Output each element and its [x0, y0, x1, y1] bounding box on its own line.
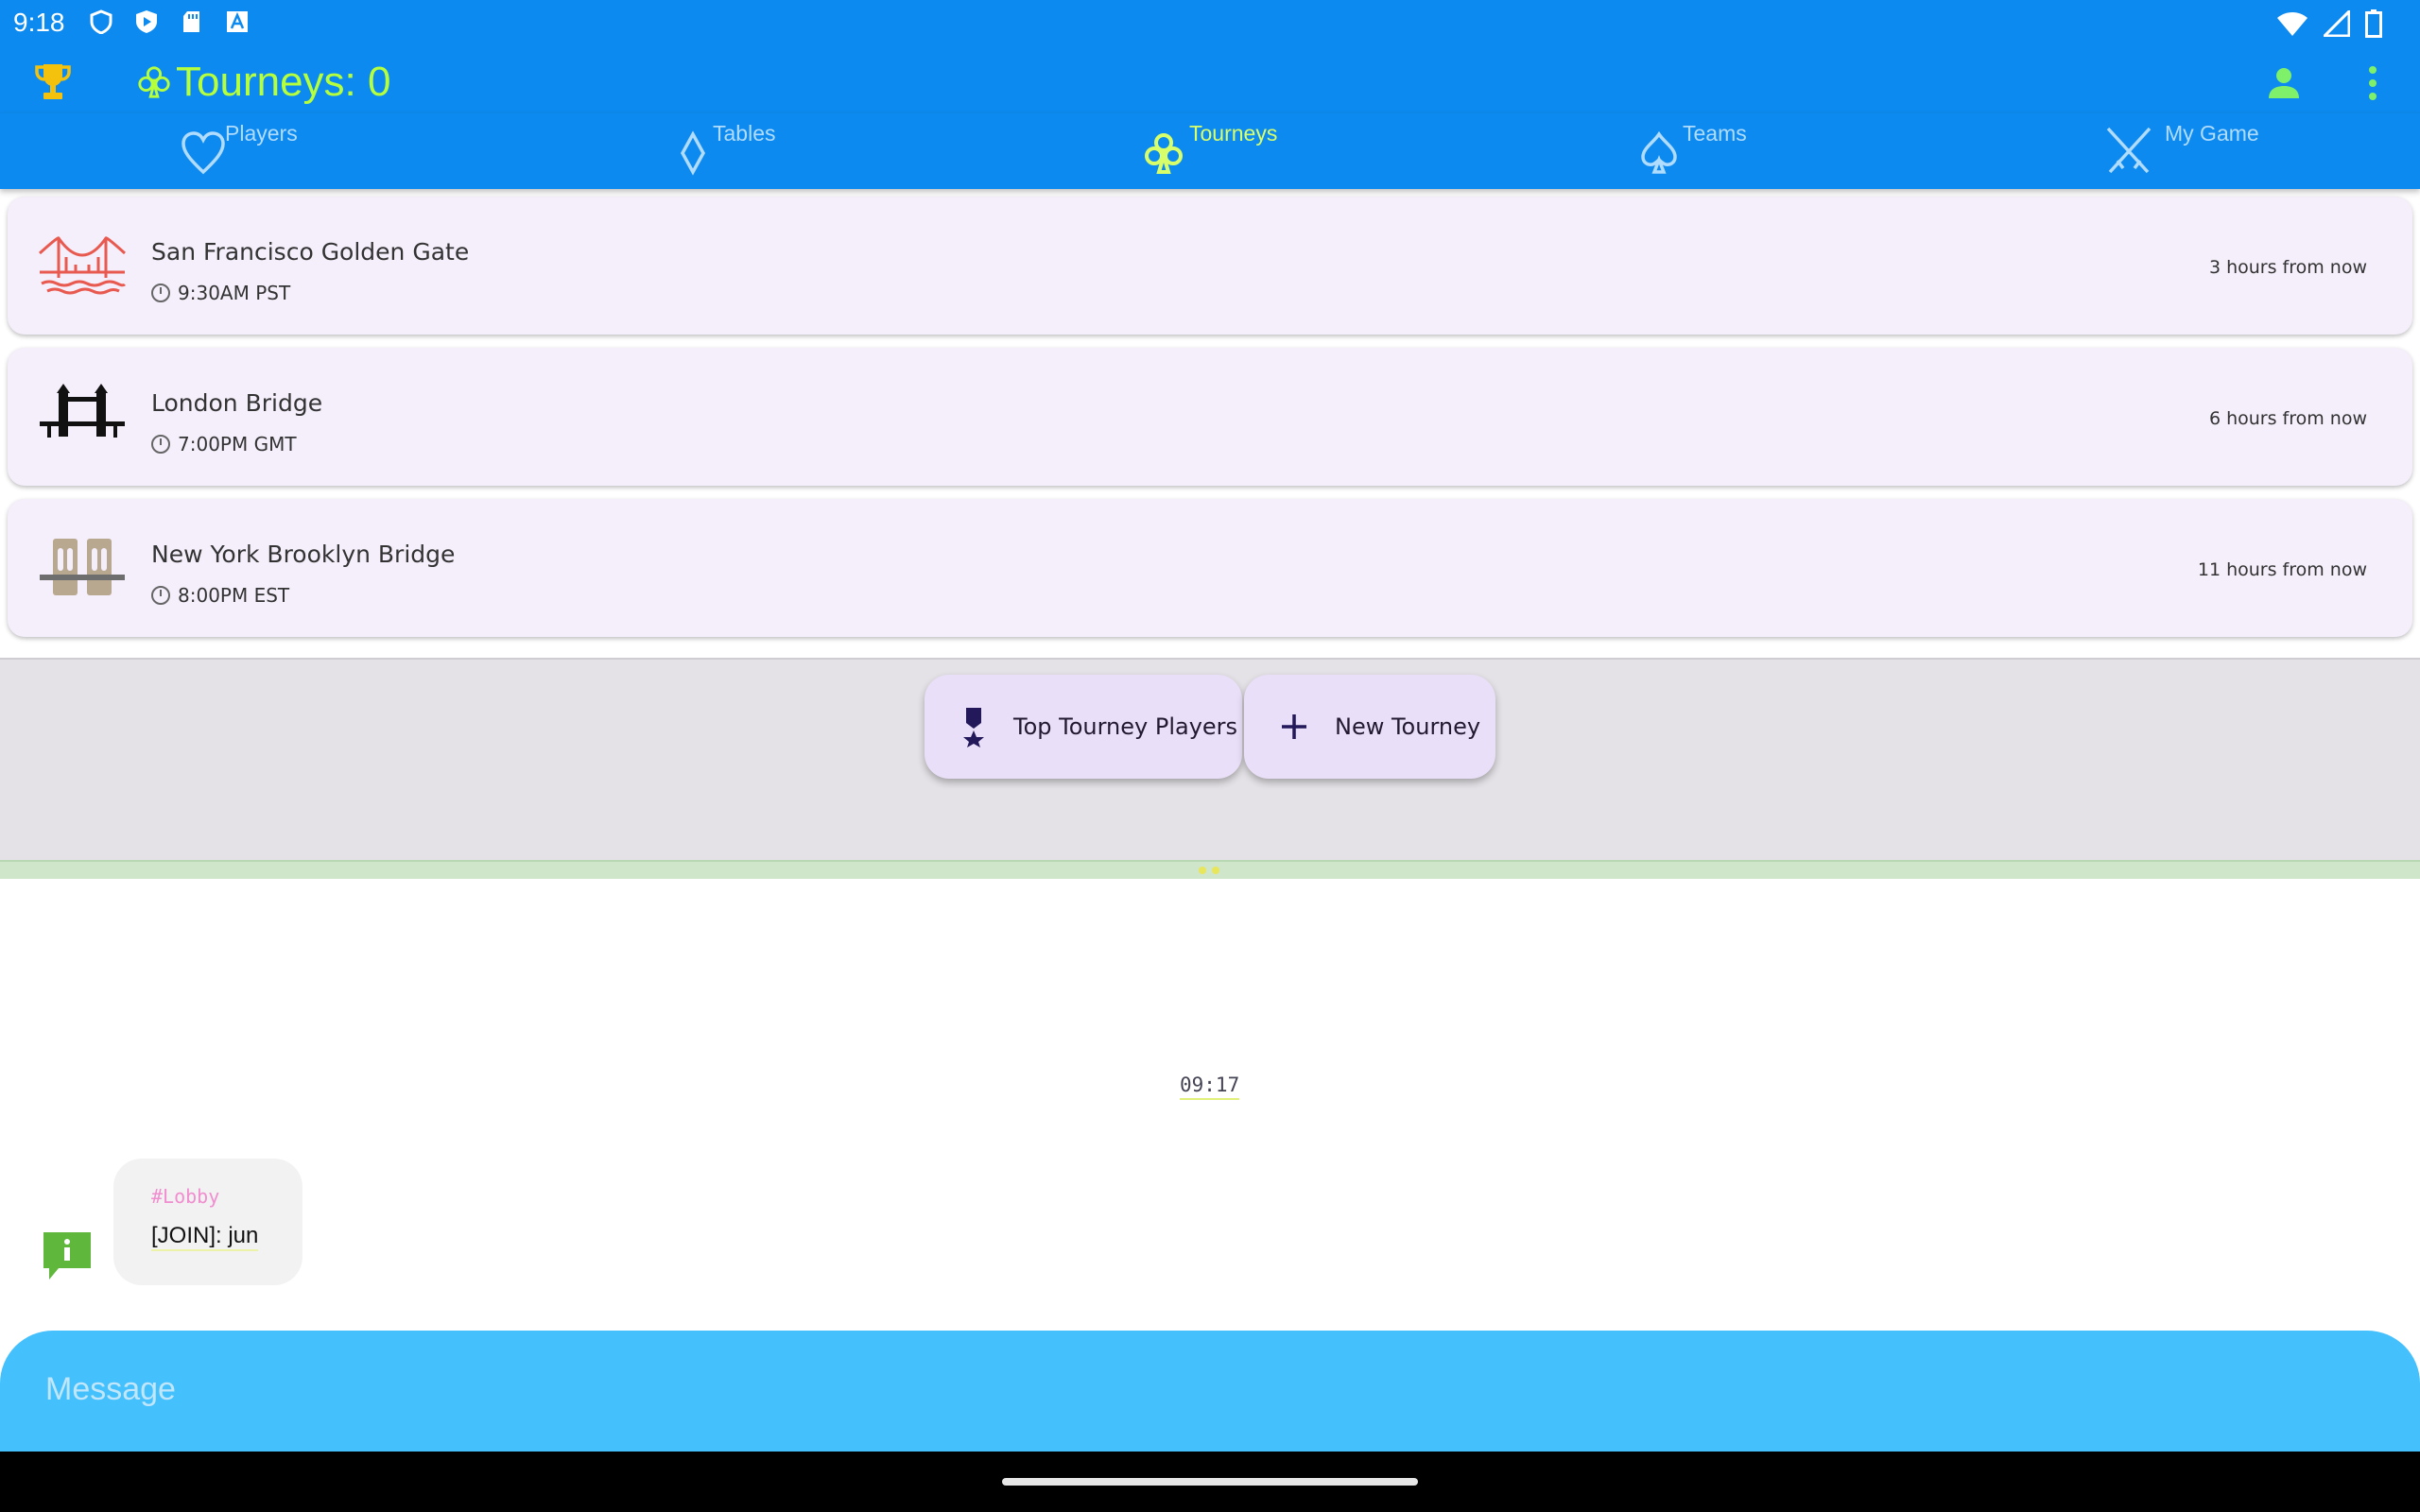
heart-icon: [182, 131, 225, 175]
tourney-relative-time: 11 hours from now: [2197, 559, 2367, 580]
status-right-icons: [2276, 8, 2382, 42]
new-tourney-button[interactable]: New Tourney: [1244, 675, 1495, 779]
golden-gate-bridge-icon: [38, 231, 127, 301]
status-bar: 9:18: [0, 0, 2420, 51]
message-composer: [0, 1331, 2420, 1452]
list-item[interactable]: London Bridge 7:00PM GMT 6 hours from no…: [8, 348, 2412, 486]
message-input[interactable]: [45, 1359, 2314, 1419]
brooklyn-bridge-icon: [38, 533, 127, 603]
info-chat-icon: [40, 1228, 95, 1281]
battery-icon: [2365, 9, 2382, 42]
tourney-relative-time: 3 hours from now: [2208, 257, 2367, 278]
split-divider[interactable]: [0, 860, 2420, 879]
list-item[interactable]: New York Brooklyn Bridge 8:00PM EST 11 h…: [8, 499, 2412, 637]
tourney-name: San Francisco Golden Gate: [151, 238, 470, 266]
chat-channel: #Lobby: [151, 1185, 220, 1208]
medal-icon: [963, 708, 984, 747]
new-tourney-label: New Tourney: [1335, 713, 1481, 740]
top-tourney-players-button[interactable]: Top Tourney Players: [925, 675, 1242, 779]
tourney-time: 8:00PM EST: [151, 584, 289, 607]
tab-bar: Players Tables Tourneys Teams My Game: [0, 113, 2420, 189]
tourney-time: 9:30AM PST: [151, 282, 290, 304]
chat-timestamp: 09:17: [1180, 1074, 1240, 1100]
account-icon[interactable]: [2265, 64, 2303, 102]
clock-icon: [151, 284, 170, 302]
tourney-time: 7:00PM GMT: [151, 433, 297, 455]
club-icon: [1145, 133, 1183, 174]
system-nav-bar: [0, 1452, 2420, 1512]
tourney-name: New York Brooklyn Bridge: [151, 541, 456, 568]
home-gesture-handle[interactable]: [1002, 1478, 1418, 1486]
clock-icon: [151, 435, 170, 454]
tower-bridge-icon: [38, 382, 127, 452]
plus-icon: [1282, 714, 1306, 739]
clock-icon: [151, 586, 170, 605]
status-time: 9:18: [13, 8, 65, 37]
spade-icon: [1641, 130, 1677, 174]
font-icon: [225, 9, 250, 34]
club-outline-icon: [138, 66, 170, 98]
page-title: Tourneys: 0: [136, 55, 390, 110]
signal-icon: [2321, 8, 2351, 41]
chat-message-text: [JOIN]: jun: [151, 1223, 259, 1251]
drag-handle[interactable]: [1199, 867, 1219, 874]
more-options-icon[interactable]: [2361, 62, 2384, 104]
wifi-icon: [2276, 10, 2308, 41]
top-tourney-players-label: Top Tourney Players: [1013, 713, 1238, 740]
tourney-name: London Bridge: [151, 389, 323, 417]
trophy-icon[interactable]: [34, 62, 72, 102]
crossed-swords-icon: [2106, 127, 2152, 174]
play-protect-icon: [134, 9, 159, 34]
tourney-relative-time: 6 hours from now: [2208, 408, 2367, 429]
app-bar: Tourneys: 0: [0, 51, 2420, 113]
list-item[interactable]: San Francisco Golden Gate 9:30AM PST 3 h…: [8, 197, 2412, 335]
shield-icon: [89, 9, 113, 35]
tourney-list: San Francisco Golden Gate 9:30AM PST 3 h…: [0, 189, 2420, 658]
sd-card-icon: [180, 9, 204, 34]
diamond-icon: [681, 130, 705, 176]
page-title-text: Tourneys: 0: [176, 59, 391, 105]
action-area: Top Tourney Players New Tourney: [0, 658, 2420, 860]
chat-message[interactable]: #Lobby [JOIN]: jun: [113, 1159, 302, 1285]
chat-panel: 09:17 #Lobby [JOIN]: jun: [0, 879, 2420, 1331]
status-left-icons: [89, 9, 250, 35]
